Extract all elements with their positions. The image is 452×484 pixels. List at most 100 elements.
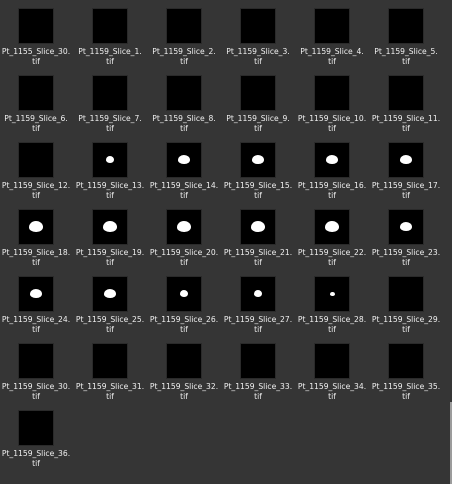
file-item[interactable]: Pt_1159_Slice_5. tif [370, 9, 442, 75]
file-thumbnail [315, 143, 349, 177]
file-item[interactable]: Pt_1159_Slice_26. tif [148, 277, 220, 343]
file-name: Pt_1159_Slice_26. [149, 315, 219, 324]
file-extension: tif [328, 123, 336, 133]
file-thumbnail [389, 143, 423, 177]
file-extension: tif [254, 123, 262, 133]
file-item[interactable]: Pt_1159_Slice_21. tif [222, 210, 294, 276]
file-item[interactable]: Pt_1159_Slice_28. tif [296, 277, 368, 343]
file-thumbnail [389, 277, 423, 311]
file-item[interactable]: Pt_1159_Slice_31. tif [74, 344, 146, 410]
file-extension: tif [180, 56, 188, 66]
file-item[interactable]: Pt_1155_Slice_30. tif [0, 9, 72, 75]
file-thumbnail [315, 76, 349, 110]
file-item[interactable]: Pt_1159_Slice_22. tif [296, 210, 368, 276]
file-thumbnail [389, 9, 423, 43]
file-thumbnail [389, 76, 423, 110]
file-item[interactable]: Pt_1159_Slice_23. tif [370, 210, 442, 276]
file-extension: tif [328, 324, 336, 334]
file-extension: tif [180, 324, 188, 334]
file-name: Pt_1159_Slice_10. [297, 114, 367, 123]
file-item[interactable]: Pt_1159_Slice_36. tif [0, 411, 72, 477]
file-item[interactable]: Pt_1159_Slice_11. tif [370, 76, 442, 142]
file-extension: tif [328, 391, 336, 401]
file-item[interactable]: Pt_1159_Slice_13. tif [74, 143, 146, 209]
file-item[interactable]: Pt_1159_Slice_7. tif [74, 76, 146, 142]
file-thumbnail [19, 76, 53, 110]
file-extension: tif [180, 190, 188, 200]
file-name: Pt_1159_Slice_20. [149, 248, 219, 257]
file-item[interactable]: Pt_1159_Slice_9. tif [222, 76, 294, 142]
file-thumbnail [19, 143, 53, 177]
mask-region [252, 155, 264, 164]
mask-region [180, 290, 188, 297]
file-extension: tif [32, 458, 40, 468]
file-name: Pt_1159_Slice_4. [300, 47, 364, 56]
file-thumbnail [167, 344, 201, 378]
file-extension: tif [106, 257, 114, 267]
file-item[interactable]: Pt_1159_Slice_32. tif [148, 344, 220, 410]
file-thumbnail [167, 210, 201, 244]
file-item[interactable]: Pt_1159_Slice_10. tif [296, 76, 368, 142]
file-extension: tif [32, 391, 40, 401]
file-item[interactable]: Pt_1159_Slice_27. tif [222, 277, 294, 343]
file-name: Pt_1159_Slice_32. [149, 382, 219, 391]
file-thumbnail [19, 344, 53, 378]
file-name: Pt_1159_Slice_13. [75, 181, 145, 190]
file-extension: tif [106, 56, 114, 66]
file-item[interactable]: Pt_1159_Slice_29. tif [370, 277, 442, 343]
file-name: Pt_1159_Slice_24. [1, 315, 71, 324]
file-item[interactable]: Pt_1159_Slice_20. tif [148, 210, 220, 276]
mask-region [400, 155, 412, 164]
file-thumbnail [93, 277, 127, 311]
file-extension: tif [328, 56, 336, 66]
file-item[interactable]: Pt_1159_Slice_4. tif [296, 9, 368, 75]
file-extension: tif [32, 257, 40, 267]
file-name: Pt_1159_Slice_15. [223, 181, 293, 190]
file-item[interactable]: Pt_1159_Slice_34. tif [296, 344, 368, 410]
file-thumbnail [241, 9, 275, 43]
file-extension: tif [106, 391, 114, 401]
file-name: Pt_1159_Slice_28. [297, 315, 367, 324]
file-name: Pt_1159_Slice_5. [374, 47, 438, 56]
file-item[interactable]: Pt_1159_Slice_25. tif [74, 277, 146, 343]
file-name: Pt_1159_Slice_7. [78, 114, 142, 123]
file-extension: tif [328, 257, 336, 267]
file-item[interactable]: Pt_1159_Slice_3. tif [222, 9, 294, 75]
mask-region [326, 155, 338, 164]
file-name: Pt_1159_Slice_18. [1, 248, 71, 257]
file-item[interactable]: Pt_1159_Slice_1. tif [74, 9, 146, 75]
mask-region [103, 221, 117, 232]
file-item[interactable]: Pt_1159_Slice_35. tif [370, 344, 442, 410]
file-extension: tif [402, 56, 410, 66]
file-extension: tif [106, 123, 114, 133]
file-extension: tif [254, 391, 262, 401]
file-extension: tif [180, 257, 188, 267]
file-item[interactable]: Pt_1159_Slice_16. tif [296, 143, 368, 209]
file-item[interactable]: Pt_1159_Slice_33. tif [222, 344, 294, 410]
file-item[interactable]: Pt_1159_Slice_6. tif [0, 76, 72, 142]
file-name: Pt_1159_Slice_6. [4, 114, 68, 123]
file-extension: tif [402, 324, 410, 334]
file-item[interactable]: Pt_1159_Slice_17. tif [370, 143, 442, 209]
file-item[interactable]: Pt_1159_Slice_24. tif [0, 277, 72, 343]
file-item[interactable]: Pt_1159_Slice_19. tif [74, 210, 146, 276]
file-extension: tif [402, 123, 410, 133]
file-item[interactable]: Pt_1159_Slice_2. tif [148, 9, 220, 75]
file-thumbnail [315, 210, 349, 244]
mask-region [254, 290, 262, 297]
file-name: Pt_1159_Slice_2. [152, 47, 216, 56]
file-item[interactable]: Pt_1159_Slice_8. tif [148, 76, 220, 142]
file-name: Pt_1159_Slice_9. [226, 114, 290, 123]
file-item[interactable]: Pt_1159_Slice_30. tif [0, 344, 72, 410]
file-thumbnail [167, 143, 201, 177]
file-item[interactable]: Pt_1159_Slice_18. tif [0, 210, 72, 276]
file-item[interactable]: Pt_1159_Slice_14. tif [148, 143, 220, 209]
file-thumbnail [241, 277, 275, 311]
file-thumbnail [93, 344, 127, 378]
mask-region [325, 221, 339, 232]
file-item[interactable]: Pt_1159_Slice_12. tif [0, 143, 72, 209]
file-item[interactable]: Pt_1159_Slice_15. tif [222, 143, 294, 209]
mask-region [30, 289, 42, 298]
file-extension: tif [328, 190, 336, 200]
file-thumbnail [93, 76, 127, 110]
